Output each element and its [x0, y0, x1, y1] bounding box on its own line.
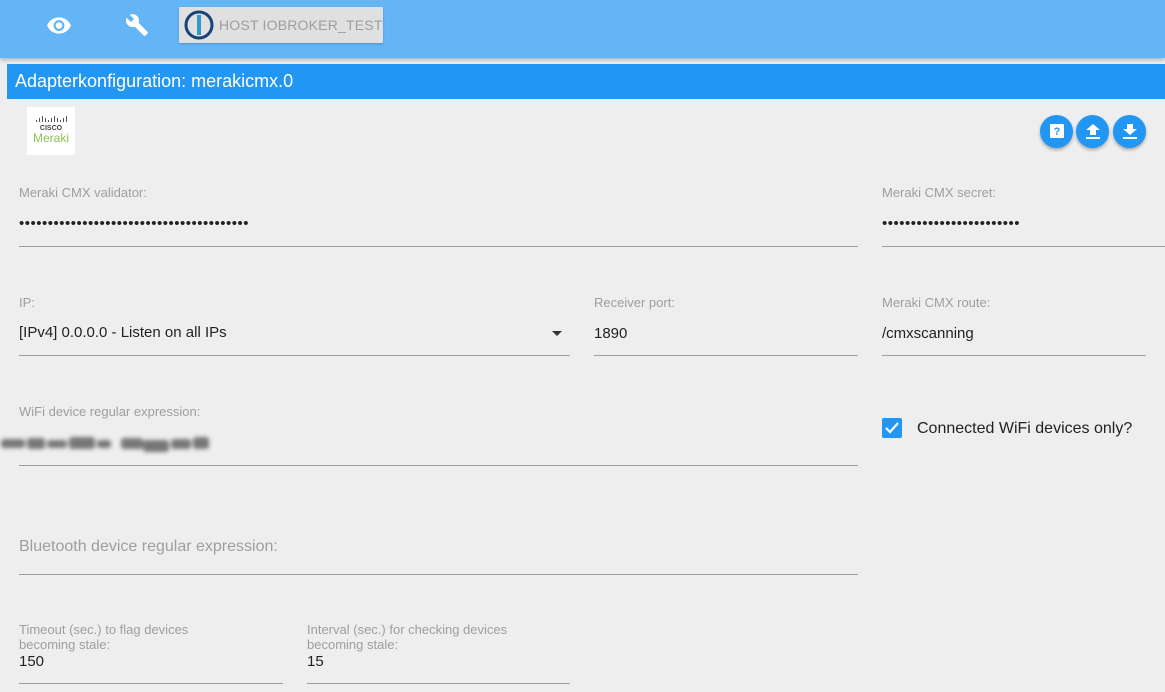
interval-field[interactable]: Interval (sec.) for checking devices bec…: [307, 620, 570, 686]
help-icon: ?: [1049, 123, 1064, 140]
timeout-field[interactable]: Timeout (sec.) to flag devices becoming …: [19, 620, 283, 686]
ip-select[interactable]: IP: [IPv4] 0.0.0.0 - Listen on all IPs: [19, 293, 570, 358]
eye-icon[interactable]: [46, 12, 72, 38]
top-toolbar: HOST IOBROKER_TEST: [0, 0, 1165, 58]
validator-label: Meraki CMX validator:: [19, 185, 147, 200]
wifi-regex-underline: [19, 465, 858, 466]
wifi-regex-label: WiFi device regular expression:: [19, 404, 201, 419]
port-label: Receiver port:: [594, 295, 675, 310]
help-button[interactable]: ?: [1040, 115, 1073, 148]
timeout-underline: [19, 683, 283, 684]
port-value: 1890: [594, 325, 628, 342]
wrench-icon[interactable]: [124, 12, 150, 38]
download-icon: [1122, 123, 1137, 139]
secret-value: ••••••••••••••••••••••••: [882, 215, 1021, 232]
timeout-value: 150: [19, 653, 45, 670]
bt-regex-underline: [19, 574, 858, 575]
validator-field[interactable]: Meraki CMX validator: ••••••••••••••••••…: [19, 183, 858, 248]
route-label: Meraki CMX route:: [882, 295, 991, 310]
connected-only-label: Connected WiFi devices only?: [917, 420, 1133, 437]
bt-regex-placeholder: Bluetooth device regular expression:: [19, 538, 278, 555]
page-title: Adapterkonfiguration: merakicmx.0: [7, 64, 1165, 99]
secret-field[interactable]: Meraki CMX secret: •••••••••••••••••••••…: [882, 183, 1165, 248]
bt-regex-field[interactable]: Bluetooth device regular expression:: [19, 536, 858, 576]
port-underline: [594, 355, 858, 356]
logo-line2: Meraki: [33, 131, 69, 145]
download-button[interactable]: [1113, 115, 1146, 148]
iobroker-logo-icon: [184, 10, 214, 40]
ip-label: IP:: [19, 295, 35, 310]
timeout-label-line1: Timeout (sec.) to flag devices: [19, 622, 189, 637]
port-field[interactable]: Receiver port: 1890: [594, 293, 858, 358]
interval-underline: [307, 683, 570, 684]
timeout-label-line2: becoming stale:: [19, 637, 111, 652]
redacted-value-image: [1, 437, 209, 452]
ip-underline: [19, 355, 570, 356]
interval-value: 15: [307, 653, 324, 670]
checkmark-icon: [885, 422, 899, 434]
validator-value: ••••••••••••••••••••••••••••••••••••••••: [19, 215, 250, 232]
route-field[interactable]: Meraki CMX route: /cmxscanning: [882, 293, 1146, 358]
cisco-meraki-logo: CISCO Meraki: [27, 107, 75, 155]
connected-only-checkbox[interactable]: [882, 418, 902, 438]
validator-underline: [19, 246, 858, 247]
route-underline: [882, 355, 1146, 356]
dropdown-caret-icon: [552, 331, 562, 336]
ip-value: [IPv4] 0.0.0.0 - Listen on all IPs: [19, 324, 227, 341]
interval-label-line1: Interval (sec.) for checking devices: [307, 622, 508, 637]
upload-button[interactable]: [1076, 115, 1109, 148]
interval-label-line2: becoming stale:: [307, 637, 399, 652]
route-value: /cmxscanning: [882, 325, 974, 342]
host-selector-button[interactable]: HOST IOBROKER_TEST: [179, 7, 383, 43]
secret-label: Meraki CMX secret:: [882, 185, 997, 200]
secret-underline: [882, 246, 1165, 247]
host-label: HOST IOBROKER_TEST: [219, 17, 383, 33]
svg-text:?: ?: [1053, 126, 1060, 138]
upload-icon: [1085, 123, 1100, 139]
